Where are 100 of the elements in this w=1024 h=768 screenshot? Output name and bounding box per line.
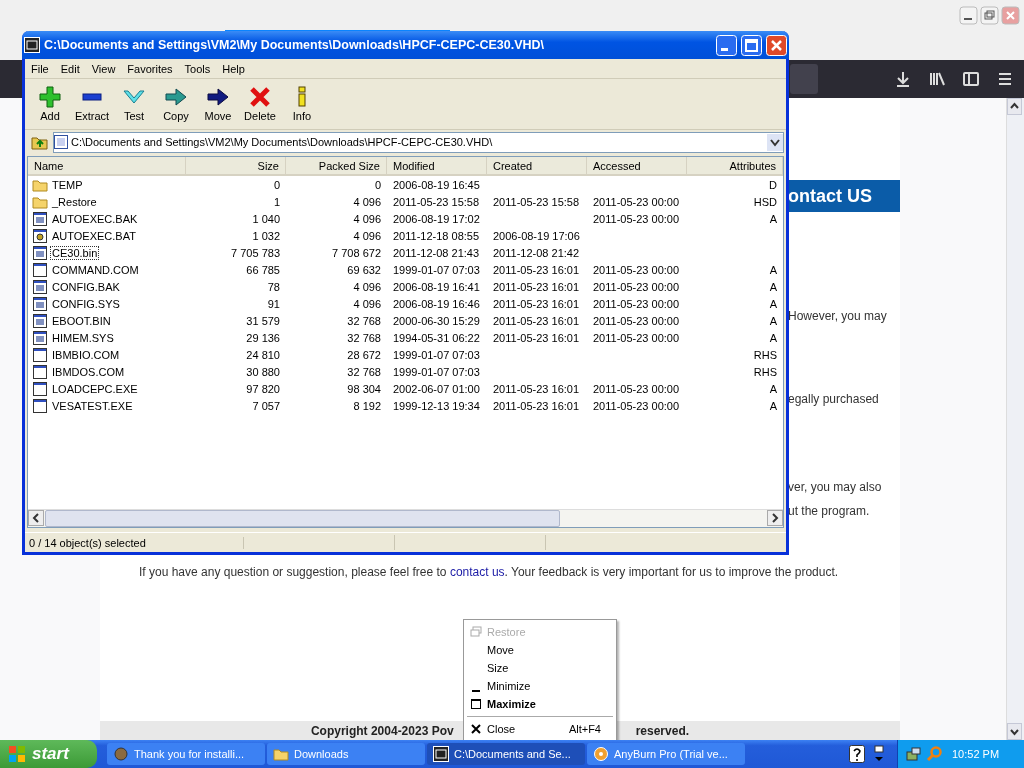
table-cell-text: 2011-05-23 00:00 <box>592 382 681 395</box>
table-cell-text: 7 705 783 <box>230 246 281 259</box>
menu-item[interactable]: File <box>25 62 55 75</box>
toolbar-button[interactable]: Extract <box>71 86 113 122</box>
x-icon <box>249 86 271 108</box>
table-cell-text: 1 <box>272 195 281 208</box>
menu-item[interactable]: Maximize <box>465 695 615 713</box>
file-name[interactable]: CONFIG.SYS <box>50 296 122 311</box>
menu-item[interactable]: Favorites <box>121 62 179 75</box>
address-field[interactable]: C:\Documents and Settings\VM2\My Documents\Downloads\HPCF-CEPC-CE30.VHD\ <box>53 131 784 153</box>
column-header[interactable]: Attributes <box>687 157 783 174</box>
table-cell-text: 29 136 <box>245 331 281 344</box>
toolbar-button[interactable]: Info <box>281 86 323 122</box>
table-cell-text: 0 <box>272 178 281 191</box>
table-cell-text: 32 768 <box>346 365 382 378</box>
table-cell-text: 1999-01-07 07:03 <box>392 263 481 276</box>
column-header[interactable]: Modified <box>387 157 487 174</box>
file-name[interactable]: AUTOEXEC.BAK <box>50 211 140 226</box>
table-cell-text: 2006-08-19 16:41 <box>392 280 481 293</box>
table-cell-text: 30 880 <box>245 365 281 378</box>
maximize-button[interactable] <box>741 34 762 56</box>
dropdown-icon[interactable] <box>767 133 783 151</box>
scroll-left-button[interactable] <box>28 510 44 526</box>
scrollbar[interactable] <box>1006 98 1024 740</box>
file-name[interactable]: COMMAND.COM <box>50 262 141 277</box>
table-cell-text: 2011-05-23 00:00 <box>592 212 681 225</box>
table-cell-text: 2006-08-19 16:46 <box>392 297 481 310</box>
menu-item[interactable]: Help <box>216 62 251 75</box>
file-name[interactable]: LOADCEPC.EXE <box>50 381 140 396</box>
table-cell-text: 2011-05-23 00:00 <box>592 195 681 208</box>
table-cell-text: 2011-05-23 16:01 <box>492 297 581 310</box>
table-cell-text: 2006-08-19 17:06 <box>492 229 581 242</box>
file-name[interactable]: CONFIG.BAK <box>50 279 122 294</box>
menu-item[interactable]: Edit <box>54 62 86 75</box>
file-name[interactable]: AUTOEXEC.BAT <box>50 228 138 243</box>
toolbar-button[interactable]: Delete <box>239 86 281 122</box>
taskbar-button[interactable]: Downloads <box>267 743 425 765</box>
file-name[interactable]: CE30.bin <box>50 245 100 260</box>
menu-item[interactable]: View <box>85 62 122 75</box>
restore-button[interactable] <box>980 5 999 25</box>
arrow-icon <box>207 86 229 108</box>
file-name[interactable]: _Restore <box>50 194 99 209</box>
show-windows-icon[interactable] <box>873 745 885 763</box>
scroll-up-button[interactable] <box>1007 98 1022 115</box>
contact-link[interactable]: contact us <box>449 565 505 579</box>
file-name[interactable]: EBOOT.BIN <box>50 313 113 328</box>
scroll-down-button[interactable] <box>1007 723 1022 740</box>
window-icon <box>32 380 48 397</box>
windows-logo-icon <box>8 745 26 763</box>
toolbar-button[interactable]: Test <box>113 86 155 122</box>
table-cell-text: 2011-05-23 15:58 <box>392 195 481 208</box>
table-cell-text: 2011-05-23 00:00 <box>592 297 681 310</box>
menu-item[interactable]: Size <box>465 659 615 677</box>
table-cell-text: 98 304 <box>346 382 382 395</box>
menu-item[interactable]: Close Alt+F4 <box>465 720 615 738</box>
table-cell-text: 8 192 <box>352 399 382 412</box>
network-icon[interactable] <box>906 746 922 762</box>
scroll-thumb[interactable] <box>45 510 560 527</box>
table-cell-text: 1 032 <box>251 229 281 242</box>
table-cell-text: A <box>768 331 778 344</box>
file-name[interactable]: VESATEST.EXE <box>50 398 135 413</box>
table-cell-text: 78 <box>266 280 281 293</box>
file-name[interactable]: HIMEM.SYS <box>50 330 116 345</box>
restore-icon <box>470 626 482 638</box>
column-header[interactable]: Accessed <box>587 157 687 174</box>
table-cell-text: 2011-05-23 16:01 <box>492 314 581 327</box>
menu-icon[interactable] <box>996 70 1014 88</box>
download-icon[interactable] <box>894 70 912 88</box>
minimize-button[interactable] <box>959 5 978 25</box>
column-header[interactable]: Size <box>186 157 286 174</box>
taskbar-button[interactable]: C:\Documents and Se... <box>427 743 585 765</box>
file-name[interactable]: TEMP <box>50 177 85 192</box>
menu-item[interactable]: Move <box>465 641 615 659</box>
library-icon[interactable] <box>928 70 946 88</box>
file-name[interactable]: IBMDOS.COM <box>50 364 127 379</box>
table-cell-text: 31 579 <box>245 314 281 327</box>
menu-item[interactable]: Tools <box>178 62 217 75</box>
help-icon[interactable] <box>849 745 865 763</box>
maximize-icon <box>470 698 482 710</box>
sidebar-icon[interactable] <box>962 70 980 88</box>
column-header[interactable]: Name <box>28 157 186 174</box>
file-icon <box>32 244 48 261</box>
table-cell-text: 2011-05-23 00:00 <box>592 314 681 327</box>
taskbar-button[interactable]: Thank you for installi... <box>107 743 265 765</box>
url-field[interactable] <box>790 64 818 94</box>
table-cell-text: 2011-05-23 00:00 <box>592 399 681 412</box>
column-header[interactable]: Packed Size <box>286 157 387 174</box>
window-icon <box>32 397 48 414</box>
column-header[interactable]: Created <box>487 157 587 174</box>
toolbar-button[interactable]: Copy <box>155 86 197 122</box>
scroll-right-button[interactable] <box>767 510 783 526</box>
toolbar-button[interactable]: Add <box>29 86 71 122</box>
table-cell-text: 7 057 <box>251 399 281 412</box>
copyright-text: reserved. <box>635 723 690 738</box>
taskbar-button[interactable]: AnyBurn Pro (Trial ve... <box>587 743 745 765</box>
file-name[interactable]: IBMBIO.COM <box>50 347 122 362</box>
toolbar-button[interactable]: Move <box>197 86 239 122</box>
file-icon <box>32 312 48 329</box>
horizontal-scrollbar[interactable] <box>28 509 783 527</box>
menu-item[interactable]: Minimize <box>465 677 615 695</box>
